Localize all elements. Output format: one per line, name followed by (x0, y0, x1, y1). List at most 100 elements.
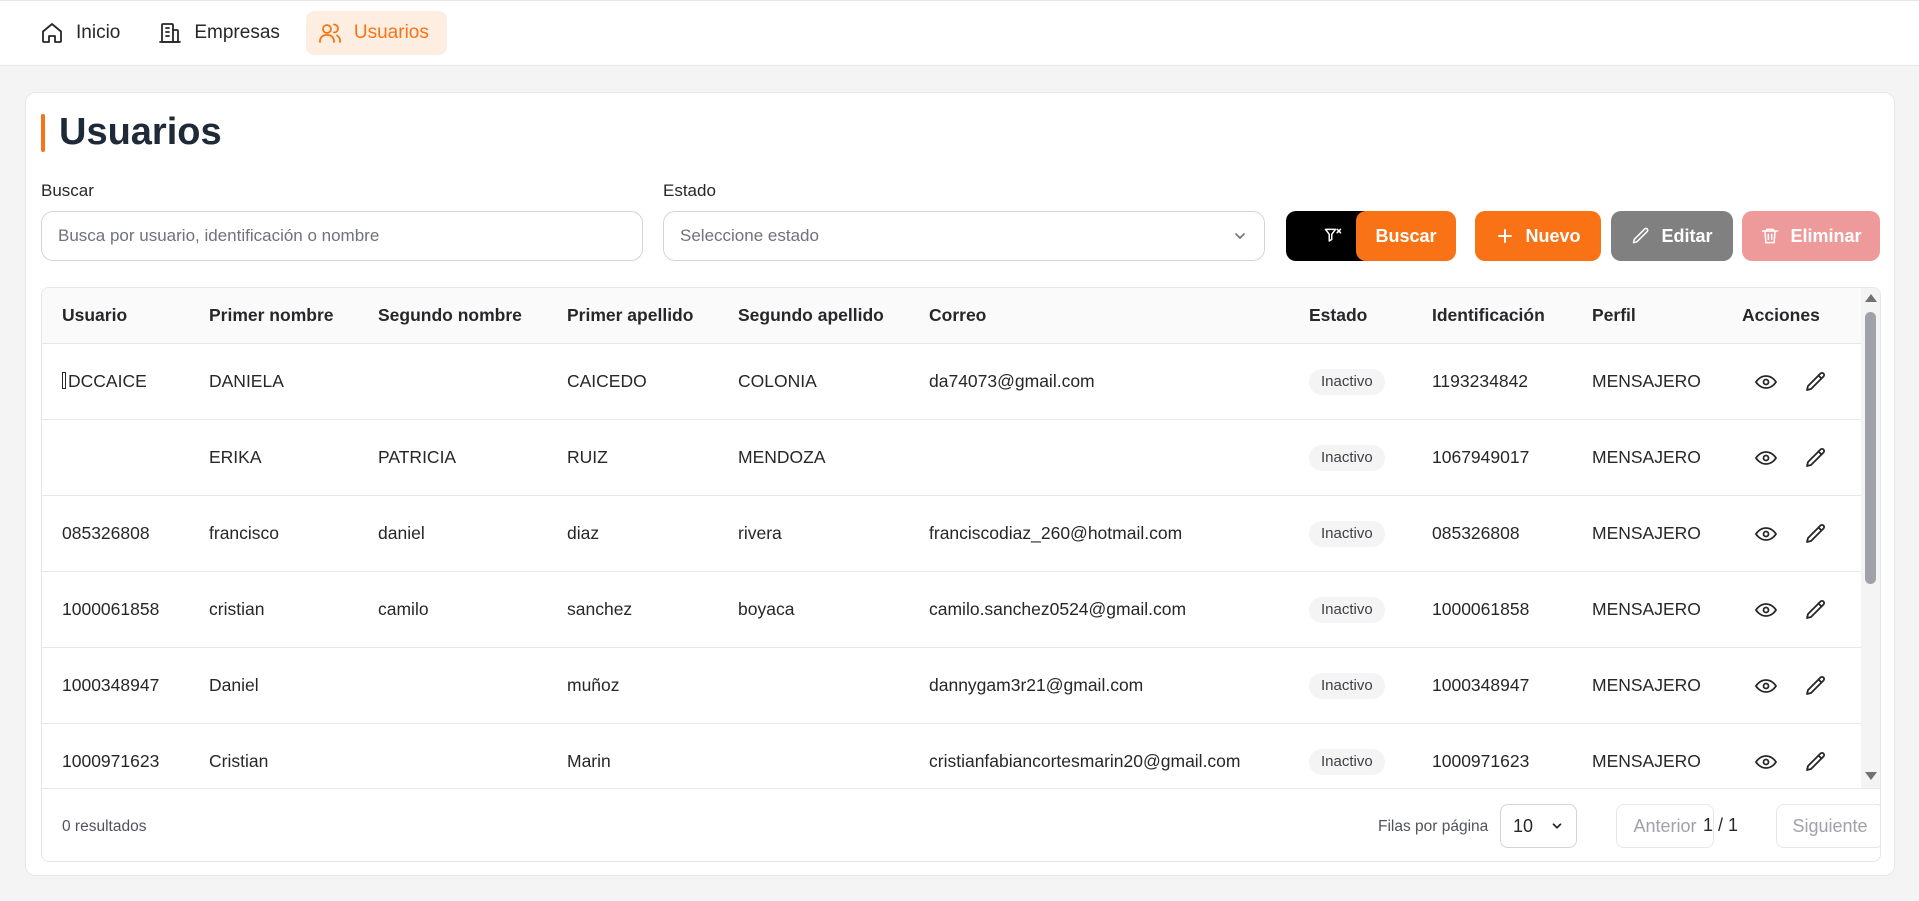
rows-per-page-value: 10 (1513, 815, 1534, 836)
chevron-down-icon (1235, 233, 1245, 239)
cell-identificacion: 1000971623 (1432, 751, 1530, 771)
cell-usuario: 1000348947 (62, 675, 160, 695)
col-header-correo[interactable]: Correo (929, 305, 986, 326)
cell-identificacion: 1000348947 (1432, 675, 1530, 695)
pencil-icon (1633, 227, 1649, 244)
pencil-icon[interactable] (1804, 446, 1828, 470)
pencil-icon[interactable] (1804, 674, 1828, 698)
eye-icon[interactable] (1754, 370, 1778, 394)
status-badge: Inactivo (1309, 369, 1385, 395)
search-button[interactable]: Buscar (1356, 211, 1456, 261)
users-icon (318, 23, 341, 43)
col-header-perfil[interactable]: Perfil (1592, 305, 1636, 326)
cell-primer-apellido: RUIZ (567, 447, 608, 467)
col-header-estado[interactable]: Estado (1309, 305, 1367, 326)
cell-perfil: MENSAJERO (1592, 751, 1701, 771)
table-header: Usuario Primer nombre Segundo nombre Pri… (42, 288, 1861, 344)
nav-item-empresas[interactable]: Empresas (146, 11, 298, 55)
cell-usuario: DCCAICE (62, 371, 147, 392)
cell-usuario: 085326808 (62, 523, 150, 543)
nav-item-usuarios[interactable]: Usuarios (305, 11, 447, 55)
scroll-up-arrow[interactable] (1865, 294, 1877, 302)
cell-perfil: MENSAJERO (1592, 447, 1701, 467)
delete-button-label: Eliminar (1790, 225, 1862, 246)
table-row[interactable]: ERIKA PATRICIA RUIZ MENDOZA 1067949017 MENSAJ… (42, 420, 1861, 496)
cell-perfil: MENSAJERO (1592, 599, 1701, 619)
rows-per-page-select[interactable]: 10 (1500, 804, 1577, 848)
scroll-down-arrow[interactable] (1865, 772, 1877, 780)
edit-button[interactable]: Editar (1611, 211, 1733, 261)
cell-segundo-apellido: MENDOZA (738, 447, 826, 467)
pencil-icon[interactable] (1804, 522, 1828, 546)
page-indicator: 1 / 1 (1703, 815, 1739, 835)
cell-segundo-nombre: PATRICIA (378, 447, 457, 467)
cell-correo: cristianfabiancortesmarin20@gmail.com (929, 751, 1241, 771)
col-header-identificacion[interactable]: Identificación (1432, 305, 1545, 326)
col-header-usuario[interactable]: Usuario (62, 305, 127, 326)
col-header-primer-apellido[interactable]: Primer apellido (567, 305, 693, 326)
search-label: Buscar (41, 181, 94, 200)
table-scrollbar[interactable] (1861, 288, 1880, 788)
eye-icon[interactable] (1754, 446, 1778, 470)
pencil-icon[interactable] (1804, 598, 1828, 622)
table-row[interactable]: 085326808 francisco daniel diaz rivera franci… (42, 496, 1861, 572)
users-card: Usuarios Buscar Estado Seleccione estado… (25, 92, 1895, 876)
pencil-icon[interactable] (1804, 750, 1828, 774)
cell-primer-nombre: francisco (209, 523, 280, 543)
prev-page-button[interactable]: Anterior (1616, 804, 1714, 848)
cell-primer-nombre: Cristian (209, 751, 269, 771)
cell-usuario: 1000971623 (62, 751, 160, 771)
cell-segundo-apellido: COLONIA (738, 371, 817, 391)
cell-correo: da74073@gmail.com (929, 371, 1095, 391)
page-title: Usuarios (59, 111, 222, 153)
next-page-button[interactable]: Siguiente (1776, 804, 1880, 848)
cell-identificacion: 1193234842 (1432, 371, 1529, 391)
results-count: 0 resultados (62, 818, 147, 835)
cell-perfil: MENSAJERO (1592, 371, 1701, 391)
table-row[interactable]: 1000061858 cristian camilo sanchez boyaca cam… (42, 572, 1861, 648)
eye-icon[interactable] (1754, 522, 1778, 546)
cell-identificacion: 1000061858 (1432, 599, 1530, 619)
eye-icon[interactable] (1754, 598, 1778, 622)
cell-primer-nombre: cristian (209, 599, 265, 619)
cell-primer-apellido: Marin (567, 751, 611, 771)
trash-icon (1762, 228, 1779, 244)
cell-segundo-nombre: daniel (378, 523, 425, 543)
cell-correo: camilo.sanchez0524@gmail.com (929, 599, 1187, 619)
eye-icon[interactable] (1754, 750, 1778, 774)
cell-perfil: MENSAJERO (1592, 523, 1701, 543)
cell-segundo-apellido: rivera (738, 523, 782, 543)
col-header-segundo-apellido[interactable]: Segundo apellido (738, 305, 884, 326)
nav-item-label: Empresas (194, 22, 280, 43)
filter-clear-icon (1324, 228, 1342, 242)
edit-button-label: Editar (1661, 225, 1713, 246)
cell-identificacion: 1067949017 (1432, 447, 1530, 467)
nav-item-inicio[interactable]: Inicio (28, 11, 138, 55)
status-select[interactable]: Seleccione estado (663, 211, 1265, 261)
eye-icon[interactable] (1754, 674, 1778, 698)
nav-item-label: Usuarios (353, 22, 429, 43)
cell-primer-apellido: diaz (567, 523, 600, 543)
status-select-placeholder: Seleccione estado (680, 226, 819, 245)
cell-segundo-apellido: boyaca (738, 599, 795, 619)
top-nav: Inicio Empresas Usuarios (0, 0, 1919, 66)
status-badge: Inactivo (1309, 445, 1385, 471)
col-header-segundo-nombre[interactable]: Segundo nombre (378, 305, 522, 326)
cell-usuario: 1000061858 (62, 599, 160, 619)
table-row[interactable]: 1000971623 Cristian Marin cristianfabiancor… (42, 724, 1861, 788)
col-header-acciones: Acciones (1742, 305, 1820, 325)
new-button-label: Nuevo (1525, 225, 1581, 246)
search-button-label: Buscar (1375, 225, 1437, 246)
new-button[interactable]: Nuevo (1475, 211, 1601, 261)
cell-primer-apellido: muñoz (567, 675, 620, 695)
col-header-primer-nombre[interactable]: Primer nombre (209, 305, 333, 326)
pencil-icon[interactable] (1804, 370, 1828, 394)
delete-button[interactable]: Eliminar (1742, 211, 1880, 261)
status-badge: Inactivo (1309, 673, 1385, 699)
scroll-thumb[interactable] (1865, 312, 1876, 584)
cell-primer-nombre: Daniel (209, 675, 259, 695)
table-row[interactable]: DCCAICE DANIELA CAICEDO COLONIA da74073@gmai… (42, 344, 1861, 420)
table-row[interactable]: 1000348947 Daniel muñoz dannygam3r21@gmail.… (42, 648, 1861, 724)
search-input[interactable] (41, 211, 643, 261)
cell-primer-nombre: DANIELA (209, 371, 284, 391)
